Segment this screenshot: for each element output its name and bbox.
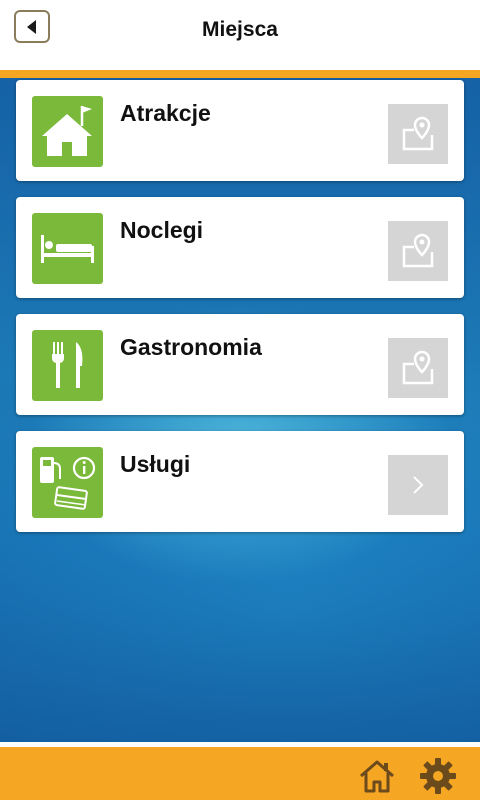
map-pin-icon [402,350,434,385]
category-icon-tile [32,330,103,401]
category-label: Noclegi [120,217,204,243]
category-card-noclegi[interactable]: Noclegi [16,197,464,298]
chevron-right-icon [413,476,424,494]
map-button[interactable] [388,104,448,164]
fork-knife-icon [52,342,83,388]
category-icon-tile [32,96,103,167]
settings-button[interactable] [418,756,458,796]
map-pin-icon [402,116,434,151]
footer-bar [0,742,480,800]
category-label: Usługi [120,451,191,477]
house-flag-icon [42,106,92,156]
bed-icon [41,235,94,263]
services-icon [40,456,96,510]
page-title: Miejsca [202,18,278,41]
home-icon [360,760,394,793]
open-button[interactable] [388,455,448,515]
header-accent-bar [0,70,480,78]
category-label: Atrakcje [120,100,211,126]
home-button[interactable] [357,756,397,796]
gear-icon [420,758,456,794]
map-button[interactable] [388,221,448,281]
map-button[interactable] [388,338,448,398]
category-icon-tile [32,213,103,284]
category-card-atrakcje[interactable]: Atrakcje [16,80,464,181]
header: Miejsca [0,0,480,70]
category-card-uslugi[interactable]: Usługi [16,431,464,532]
category-label: Gastronomia [120,334,262,360]
map-pin-icon [402,233,434,268]
category-icon-tile [32,447,103,518]
category-card-gastronomia[interactable]: Gastronomia [16,314,464,415]
